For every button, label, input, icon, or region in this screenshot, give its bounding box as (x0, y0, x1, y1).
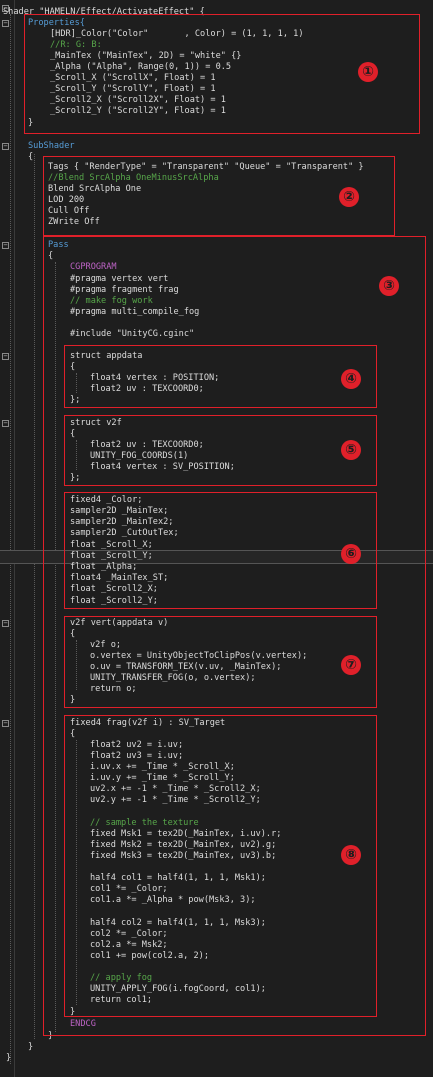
code-line: { (28, 152, 34, 162)
annotation-number-marker: ⑦ (341, 655, 361, 675)
fold-toggle-icon[interactable]: − (2, 720, 9, 727)
annotation-box (64, 616, 377, 708)
editor-gutter (0, 0, 15, 1077)
fold-toggle-icon[interactable]: − (2, 420, 9, 427)
fold-toggle-icon[interactable]: − (2, 143, 9, 150)
indent-guide (34, 154, 35, 1039)
code-line: } (6, 1053, 12, 1063)
annotation-number-marker: ⑧ (341, 845, 361, 865)
indent-guide (10, 14, 11, 1064)
annotation-box (64, 415, 377, 486)
fold-toggle-icon[interactable]: − (2, 242, 9, 249)
annotation-number-marker: ② (339, 187, 359, 207)
code-line: SubShader (28, 141, 75, 151)
fold-toggle-icon[interactable]: − (2, 620, 9, 627)
annotation-number-marker: ③ (379, 276, 399, 296)
annotation-box (64, 492, 377, 609)
annotation-box (64, 345, 377, 408)
fold-toggle-icon[interactable]: − (2, 20, 9, 27)
annotation-number-marker: ⑤ (341, 440, 361, 460)
annotation-box (64, 715, 377, 1017)
code-line: } (28, 1042, 34, 1052)
annotation-number-marker: ① (358, 62, 378, 82)
fold-toggle-icon[interactable]: − (2, 353, 9, 360)
annotation-number-marker: ⑥ (341, 544, 361, 564)
annotation-number-marker: ④ (341, 369, 361, 389)
